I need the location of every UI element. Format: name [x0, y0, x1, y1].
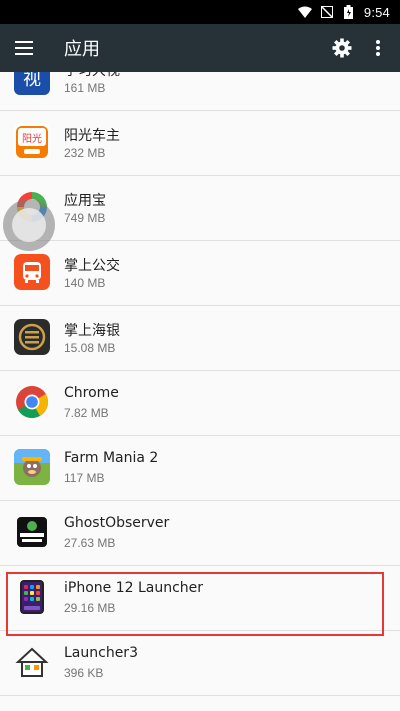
app-size: 29.16 MB	[64, 601, 116, 615]
app-size: 749 MB	[64, 211, 106, 225]
app-name: Farm Mania 2	[64, 450, 159, 466]
app-name: 掌上公交	[64, 258, 120, 274]
app-row[interactable]: Farm Mania 2 117 MB	[0, 436, 400, 501]
app-name: Launcher3	[64, 645, 138, 661]
app-name: Chrome	[64, 385, 119, 401]
more-options-button[interactable]	[360, 24, 396, 72]
xuexi-icon: 视	[14, 72, 50, 95]
clock: 9:54	[363, 4, 390, 20]
wifi-icon	[297, 5, 312, 19]
app-name: 学习大视	[64, 72, 120, 80]
settings-button[interactable]	[324, 24, 360, 72]
app-row[interactable]: 视 学习大视 161 MB	[0, 72, 400, 111]
app-size: 15.08 MB	[64, 341, 116, 355]
app-list[interactable]: 视 学习大视 161 MB 阳光 阳光车主 232 MB 应用宝 749 MB	[0, 72, 400, 711]
bus-icon	[14, 254, 50, 290]
app-row[interactable]: 掌上公交 140 MB	[0, 241, 400, 306]
app-row[interactable]: Launcher3 396 KB	[0, 631, 400, 696]
app-row[interactable]: GhostObserver 27.63 MB	[0, 501, 400, 566]
touch-indicator	[3, 199, 55, 251]
app-size: 161 MB	[64, 81, 106, 95]
no-signal-icon	[320, 5, 334, 19]
haiyin-icon	[14, 319, 50, 355]
farm-icon	[14, 449, 50, 485]
page-title: 应用	[64, 39, 100, 60]
more-vert-icon	[376, 40, 380, 56]
gear-icon	[332, 38, 352, 58]
yangguang-icon: 阳光	[14, 124, 50, 160]
app-row[interactable]: 阳光 阳光车主 232 MB	[0, 111, 400, 176]
app-size: 232 MB	[64, 146, 106, 160]
app-size: 396 KB	[64, 666, 104, 680]
battery-icon	[342, 5, 356, 19]
app-name: 阳光车主	[64, 128, 120, 144]
app-row[interactable]: iPhone 12 Launcher 29.16 MB	[0, 566, 400, 631]
app-size: 7.82 MB	[64, 406, 109, 420]
app-row[interactable]: Chrome 7.82 MB	[0, 371, 400, 436]
status-bar: 9:54	[0, 0, 400, 24]
app-name: 掌上海银	[64, 323, 120, 339]
app-size: 117 MB	[64, 471, 105, 485]
menu-button[interactable]	[0, 24, 48, 72]
svg-text:视: 视	[23, 72, 41, 90]
app-name: 应用宝	[64, 193, 106, 209]
svg-text:阳光: 阳光	[22, 132, 42, 145]
app-name: GhostObserver	[64, 515, 170, 531]
chrome-icon	[14, 384, 50, 420]
app-name: iPhone 12 Launcher	[64, 580, 204, 596]
app-row[interactable]: 应用宝 749 MB	[0, 176, 400, 241]
app-bar: 应用	[0, 24, 400, 72]
ghost-icon	[14, 514, 50, 550]
iphone-launcher-icon	[14, 579, 50, 615]
app-row[interactable]: 掌上海银 15.08 MB	[0, 306, 400, 371]
app-size: 140 MB	[64, 276, 106, 290]
app-size: 27.63 MB	[64, 536, 116, 550]
launcher3-icon	[14, 644, 50, 680]
hamburger-icon	[15, 41, 33, 55]
